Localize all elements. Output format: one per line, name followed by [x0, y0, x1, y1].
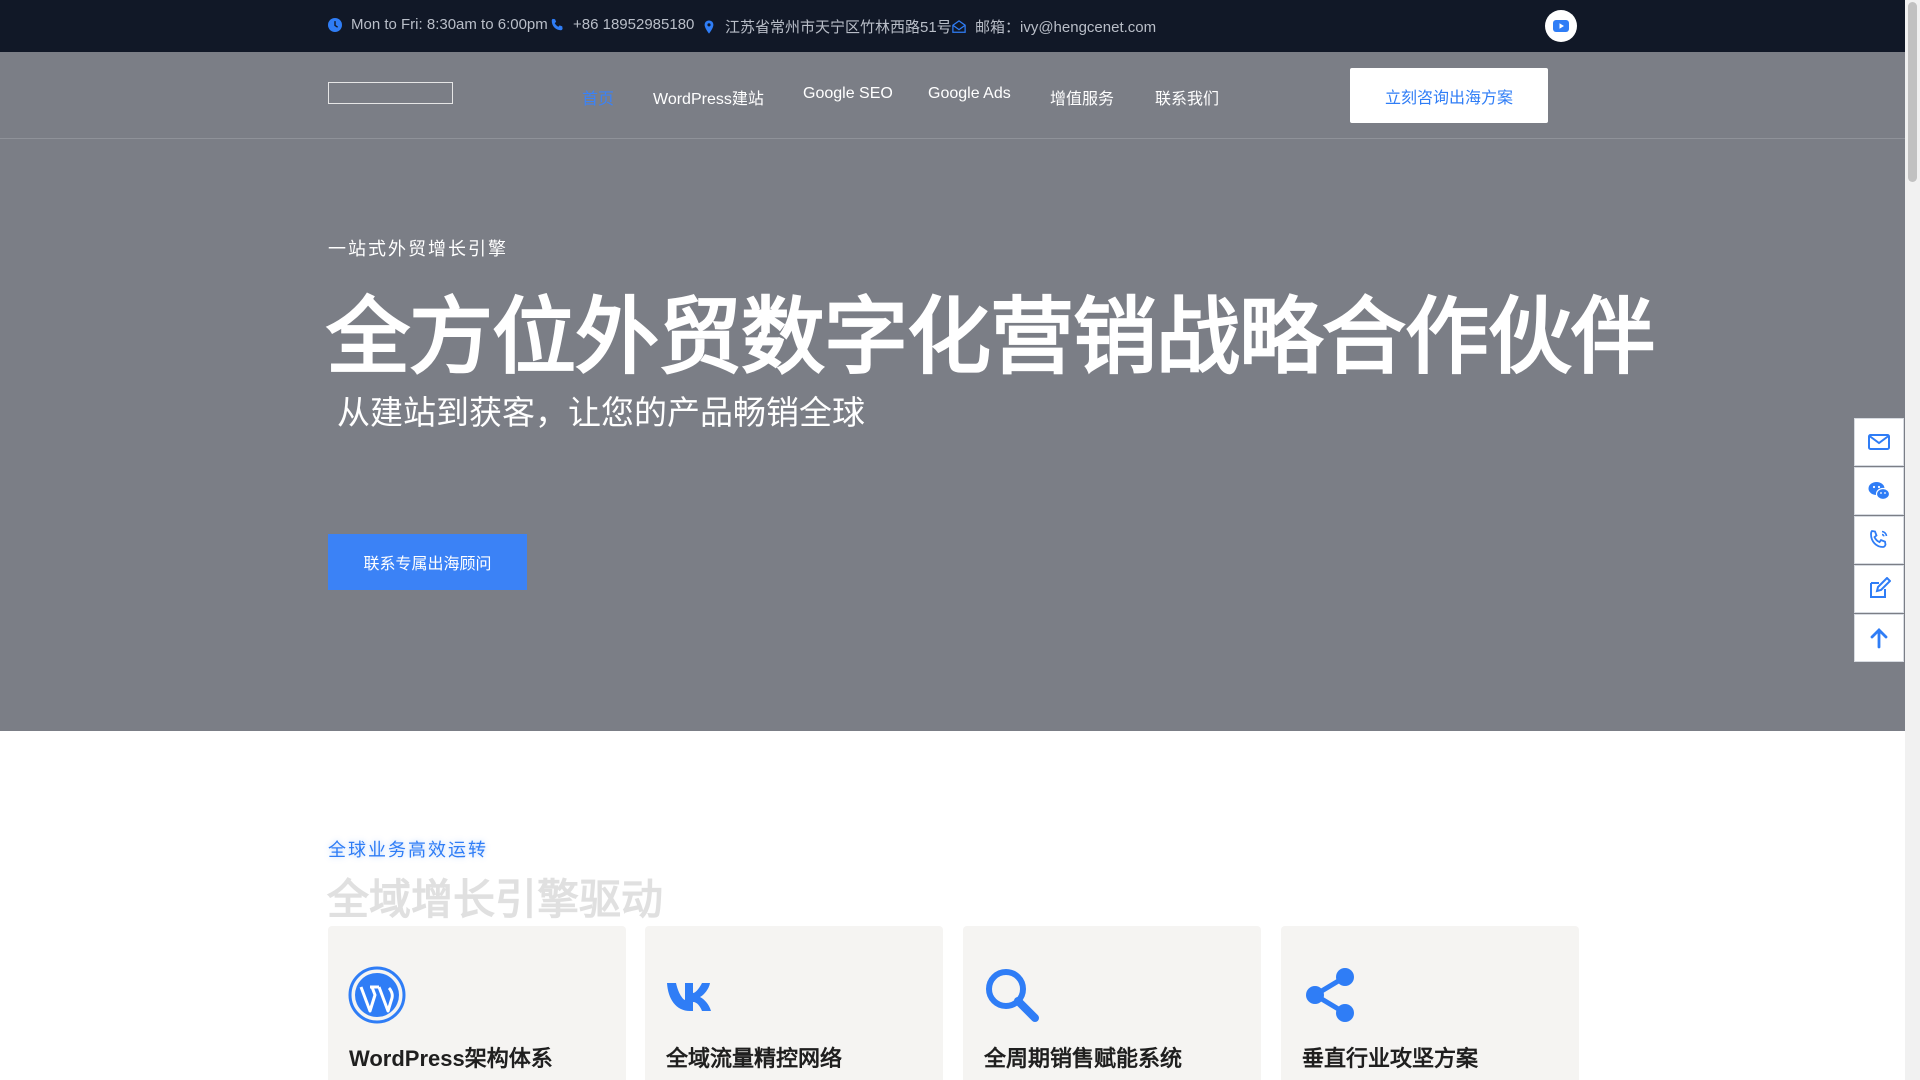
card-title: WordPress架构体系: [349, 1046, 553, 1071]
location-pin-icon: [704, 19, 714, 34]
search-icon: [986, 969, 1039, 1022]
page: Mon to Fri: 8:30am to 6:00pm +86 1895298…: [0, 0, 1905, 1080]
business-hours: Mon to Fri: 8:30am to 6:00pm: [328, 16, 548, 33]
nav-item-wordpress[interactable]: WordPress建站: [653, 85, 764, 109]
vk-icon: [667, 983, 711, 1011]
contact-advisor-button[interactable]: 联系专属出海顾问: [328, 534, 527, 590]
wordpress-icon: [348, 966, 406, 1024]
card-title: 全周期销售赋能系统: [984, 1046, 1183, 1071]
page-scrollbar[interactable]: [1905, 0, 1920, 1080]
address-text: 江苏省常州市天宁区竹林西路51号: [725, 19, 952, 36]
main-navigation: 首页 WordPress建站 Google SEO Google Ads 增值服…: [0, 52, 1905, 139]
address-info: 江苏省常州市天宁区竹林西路51号: [702, 16, 952, 37]
consult-button[interactable]: 立刻咨询出海方案: [1350, 68, 1548, 123]
clock-icon: [328, 17, 342, 32]
email-icon: [1868, 434, 1890, 450]
section-eyebrow: 全球业务高效运转: [328, 840, 488, 860]
side-wechat-button[interactable]: [1854, 467, 1904, 515]
wechat-icon: [1868, 482, 1891, 501]
service-card-wordpress[interactable]: WordPress架构体系: [328, 926, 626, 1080]
card-title: 全域流量精控网络: [666, 1046, 843, 1071]
hero-section: 首页 WordPress建站 Google SEO Google Ads 增值服…: [0, 52, 1905, 731]
side-form-button[interactable]: [1854, 565, 1904, 613]
floating-side-toolbar: [1854, 418, 1904, 663]
phone-icon: [1870, 530, 1888, 548]
phone-info[interactable]: +86 18952985180: [550, 16, 694, 33]
nav-item-google-ads[interactable]: Google Ads: [928, 85, 1011, 103]
nav-item-google-seo[interactable]: Google SEO: [803, 85, 893, 103]
phone-icon: [551, 18, 563, 30]
envelope-open-icon: [952, 19, 966, 33]
nav-item-home[interactable]: 首页: [582, 85, 614, 109]
edit-icon: [1870, 577, 1891, 598]
service-card-industry[interactable]: 垂直行业攻坚方案: [1281, 926, 1579, 1080]
nav-item-value-added[interactable]: 增值服务: [1050, 85, 1114, 109]
card-title: 垂直行业攻坚方案: [1302, 1046, 1479, 1071]
email-text: 邮箱：ivy@hengcenet.com: [975, 19, 1157, 36]
share-icon: [1306, 968, 1354, 1022]
youtube-icon: [1553, 20, 1569, 32]
youtube-button[interactable]: [1545, 10, 1577, 42]
side-email-button[interactable]: [1854, 418, 1904, 466]
hero-eyebrow: 一站式外贸增长引擎: [328, 239, 508, 259]
phone-text: +86 18952985180: [573, 16, 695, 33]
side-phone-button[interactable]: [1854, 516, 1904, 564]
arrow-up-icon: [1870, 628, 1888, 649]
hero-headline: 全方位外贸数字化营销战略合作伙伴: [326, 290, 1655, 384]
business-hours-text: Mon to Fri: 8:30am to 6:00pm: [351, 16, 548, 33]
back-to-top-button[interactable]: [1854, 614, 1904, 662]
top-info-bar: Mon to Fri: 8:30am to 6:00pm +86 1895298…: [0, 0, 1905, 52]
section-title: 全域增长引擎驱动: [327, 876, 664, 923]
site-logo[interactable]: [328, 82, 453, 104]
service-card-traffic[interactable]: 全域流量精控网络: [645, 926, 943, 1080]
scrollbar-thumb[interactable]: [1908, 2, 1917, 182]
nav-item-contact[interactable]: 联系我们: [1155, 85, 1219, 109]
email-info[interactable]: 邮箱：ivy@hengcenet.com: [952, 16, 1156, 37]
hero-subline: 从建站到获客，让您的产品畅销全球: [337, 394, 865, 431]
service-card-sales[interactable]: 全周期销售赋能系统: [963, 926, 1261, 1080]
